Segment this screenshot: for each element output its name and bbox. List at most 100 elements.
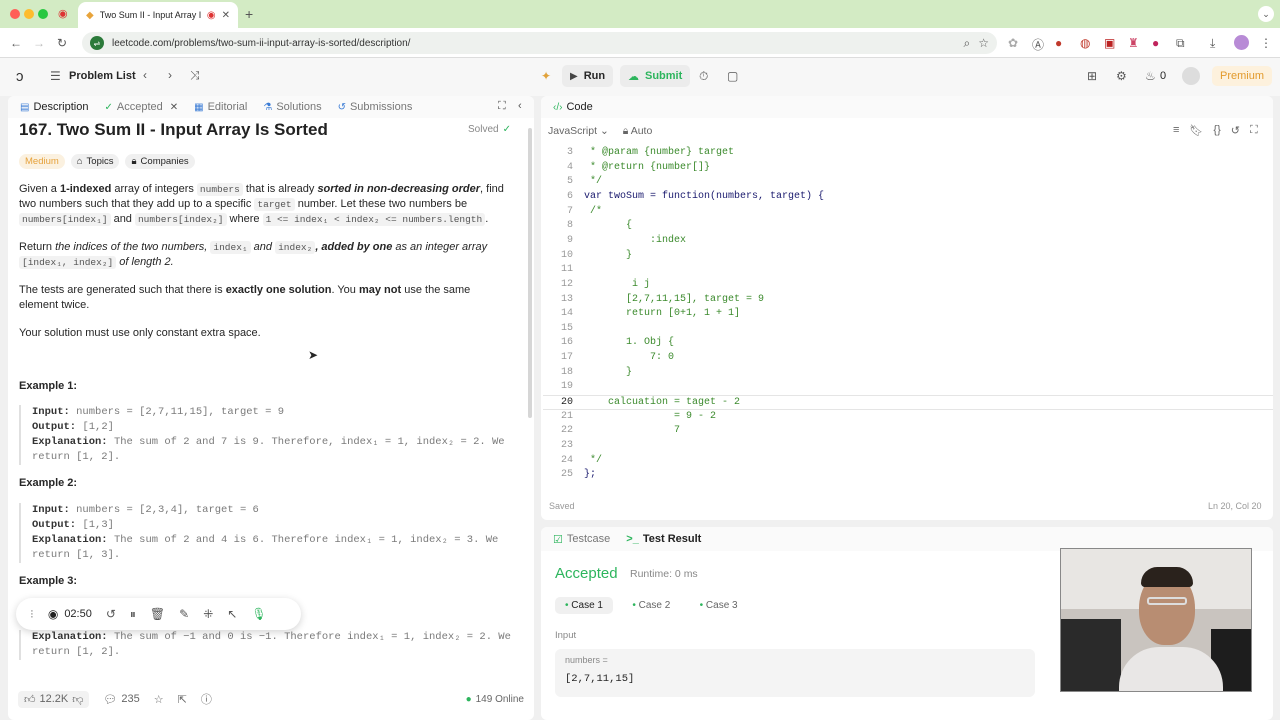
user-avatar[interactable] xyxy=(1182,67,1200,85)
download-icon[interactable]: ⤓ xyxy=(1210,36,1215,51)
extension-icon[interactable]: Ⓐ xyxy=(1032,36,1044,53)
tab-search-icon[interactable]: ⌄ xyxy=(1258,6,1274,22)
extension-icon[interactable]: ♜ xyxy=(1128,36,1139,50)
premium-button[interactable]: Premium xyxy=(1212,66,1272,86)
like-button[interactable]: 👍︎ 12.2K 👎︎ xyxy=(18,690,90,708)
bookmark-icon[interactable]: 🔖︎ xyxy=(1189,124,1203,137)
close-tab-icon[interactable]: ✕ xyxy=(222,10,230,21)
comments-button[interactable]: 💬︎ 235 xyxy=(103,693,139,706)
shuffle-icon[interactable]: ⤨ xyxy=(190,68,200,83)
code-line[interactable]: 10 } xyxy=(543,249,1273,264)
profile-avatar[interactable] xyxy=(1234,35,1249,50)
code-line[interactable]: 14 return [0+1, 1 + 1] xyxy=(543,307,1273,322)
browser-menu-icon[interactable]: ⋮ xyxy=(1260,36,1272,50)
extensions-puzzle-icon[interactable]: ⧉ xyxy=(1176,36,1185,51)
case-tab-2[interactable]: • Case 2 xyxy=(622,597,680,614)
tab-test-result[interactable]: >_ Test Result xyxy=(626,533,701,545)
streak-flame-icon[interactable]: ♨ xyxy=(1145,69,1156,83)
notes-icon[interactable]: ▢ xyxy=(727,69,738,83)
extension-icon[interactable]: ▣ xyxy=(1104,36,1115,50)
browser-tab[interactable]: ◆ Two Sum II - Input Array I ◉ ✕ xyxy=(78,2,238,28)
code-line[interactable]: 22 7 xyxy=(543,424,1273,439)
language-select[interactable]: JavaScript ⌄ xyxy=(548,125,609,138)
scrollbar[interactable] xyxy=(528,128,532,418)
help-icon[interactable]: ⓘ xyxy=(201,691,212,707)
settings-gear-icon[interactable]: ⚙ xyxy=(1116,69,1127,83)
code-line[interactable]: 16 1. Obj { xyxy=(543,336,1273,351)
topics-button[interactable]: ⌂ Topics xyxy=(70,154,120,169)
zoom-icon[interactable]: ⌕ xyxy=(964,36,971,51)
code-area[interactable]: 3 * @param {number} target 4 * @return {n… xyxy=(543,146,1273,486)
maximize-icon[interactable]: ⛶ xyxy=(498,100,506,113)
extension-icon[interactable]: ✿ xyxy=(1008,36,1018,50)
stop-recording-button[interactable]: ◉ 02:50 xyxy=(48,607,92,621)
tab-accepted[interactable]: ✓ Accepted ✕ xyxy=(104,101,178,113)
timer-icon[interactable]: ⏱ xyxy=(699,69,708,84)
auto-mode[interactable]: 🔒︎ Auto xyxy=(623,125,653,138)
pointer-icon[interactable]: ↖ xyxy=(227,607,237,621)
code-line[interactable]: 15 xyxy=(543,322,1273,337)
forward-icon[interactable]: → xyxy=(33,36,45,50)
layout-icon[interactable]: ⊞ xyxy=(1087,69,1097,83)
tab-code[interactable]: ‹/› Code xyxy=(553,101,593,113)
code-line[interactable]: 24 */ xyxy=(543,454,1273,469)
braces-icon[interactable]: {} xyxy=(1213,124,1220,137)
drag-handle-icon[interactable]: ⁝ xyxy=(30,607,34,621)
code-line[interactable]: 8 { xyxy=(543,219,1273,234)
format-icon[interactable]: ≡ xyxy=(1173,124,1179,137)
code-line[interactable]: 17 7: 0 xyxy=(543,351,1273,366)
leetcode-logo-icon[interactable]: ↄ xyxy=(16,68,24,85)
new-tab-icon[interactable]: + xyxy=(245,6,253,22)
code-line[interactable]: 18 } xyxy=(543,366,1273,381)
case-tab-1[interactable]: • Case 1 xyxy=(555,597,613,614)
code-line[interactable]: 5 */ xyxy=(543,175,1273,190)
close-tab-icon[interactable]: ✕ xyxy=(170,101,178,113)
code-line[interactable]: 13 [2,7,11,15], target = 9 xyxy=(543,293,1273,308)
trash-icon[interactable]: 🗑︎ xyxy=(150,607,165,621)
companies-button[interactable]: 🔒︎ Companies xyxy=(125,154,195,169)
pause-icon[interactable]: ⏸ xyxy=(130,607,136,622)
code-line[interactable]: 20 calcuation = taget - 2 xyxy=(543,395,1273,410)
address-bar[interactable]: ⇌ leetcode.com/problems/two-sum-ii-input… xyxy=(82,32,997,54)
favorite-star-icon[interactable]: ☆ xyxy=(154,693,164,706)
tab-testcase[interactable]: ☑ Testcase xyxy=(553,533,610,546)
prev-problem-icon[interactable]: ‹ xyxy=(143,68,147,82)
code-line[interactable]: 25}; xyxy=(543,468,1273,483)
share-icon[interactable]: ⇱ xyxy=(178,693,187,706)
code-line[interactable]: 21 = 9 - 2 xyxy=(543,410,1273,425)
collapse-icon[interactable]: ‹ xyxy=(518,100,522,112)
microphone-icon[interactable]: 🎙︎ xyxy=(251,607,266,621)
code-line[interactable]: 4 * @return {number[]} xyxy=(543,161,1273,176)
extension-icon[interactable]: ◍ xyxy=(1080,36,1090,50)
run-button[interactable]: ▶ Run xyxy=(562,65,614,87)
code-line[interactable]: 3 * @param {number} target xyxy=(543,146,1273,161)
reload-icon[interactable]: ↻ xyxy=(57,36,67,50)
reset-icon[interactable]: ↺ xyxy=(1231,124,1240,137)
minimize-window-button[interactable] xyxy=(24,9,34,19)
extension-icon[interactable]: ● xyxy=(1152,36,1159,50)
code-line[interactable]: 11 xyxy=(543,263,1273,278)
pen-icon[interactable]: ✎ xyxy=(179,607,189,621)
case-tab-3[interactable]: • Case 3 xyxy=(690,597,748,614)
code-line[interactable]: 9 :index xyxy=(543,234,1273,249)
grid-icon[interactable]: ⁜ xyxy=(203,607,213,621)
code-line[interactable]: 12 i j xyxy=(543,278,1273,293)
tab-editorial[interactable]: ▦ Editorial xyxy=(194,101,247,113)
extension-icon[interactable]: ● xyxy=(1055,36,1062,50)
close-window-button[interactable] xyxy=(10,9,20,19)
back-icon[interactable]: ← xyxy=(10,36,22,50)
bookmark-star-icon[interactable]: ☆ xyxy=(978,36,989,50)
tab-submissions[interactable]: ↺ Submissions xyxy=(338,101,413,113)
code-line[interactable]: 6 var twoSum = function(numbers, target) … xyxy=(543,190,1273,205)
code-line[interactable]: 7 /* xyxy=(543,205,1273,220)
tab-solutions[interactable]: ⚗ Solutions xyxy=(263,101,321,113)
tab-description[interactable]: ▤ Description xyxy=(20,101,88,113)
submit-button[interactable]: ☁ Submit xyxy=(620,65,691,87)
maximize-window-button[interactable] xyxy=(38,9,48,19)
restart-icon[interactable]: ↺ xyxy=(106,607,116,621)
site-info-icon[interactable]: ⇌ xyxy=(90,36,104,50)
debug-icon[interactable]: ✦ xyxy=(541,69,551,83)
code-line[interactable]: 23 xyxy=(543,439,1273,454)
next-problem-icon[interactable]: › xyxy=(168,68,172,82)
fullscreen-icon[interactable]: ⛶ xyxy=(1250,124,1258,137)
